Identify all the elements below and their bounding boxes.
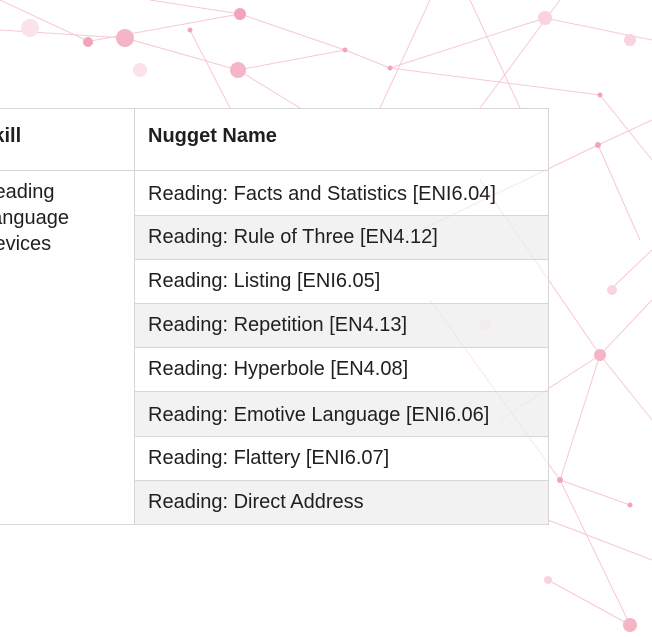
table-header-row: Skill Nugget Name — [0, 108, 549, 171]
nugget-cell: Reading: Facts and Statistics [ENI6.04] — [134, 170, 549, 216]
document-page: Skill Nugget Name Reading Language Devic… — [0, 0, 652, 637]
nugget-cell: Reading: Emotive Language [ENI6.06] — [134, 391, 549, 437]
nugget-cell: Reading: Flattery [ENI6.07] — [134, 436, 549, 481]
nugget-cell: Reading: Listing [ENI6.05] — [134, 259, 549, 304]
skill-cell: Reading Language Devices — [0, 170, 135, 525]
table-row: Reading Language Devices Reading: Facts … — [0, 170, 549, 525]
nugget-cell: Reading: Hyperbole [EN4.08] — [134, 347, 549, 392]
skill-column-header: Skill — [0, 108, 135, 171]
nugget-name-column-header: Nugget Name — [134, 108, 549, 171]
nugget-cell: Reading: Direct Address — [134, 480, 549, 525]
nugget-table: Skill Nugget Name Reading Language Devic… — [0, 108, 549, 525]
nugget-table-container: Skill Nugget Name Reading Language Devic… — [0, 108, 549, 525]
nugget-cell: Reading: Repetition [EN4.13] — [134, 303, 549, 348]
nugget-cell: Reading: Rule of Three [EN4.12] — [134, 215, 549, 260]
